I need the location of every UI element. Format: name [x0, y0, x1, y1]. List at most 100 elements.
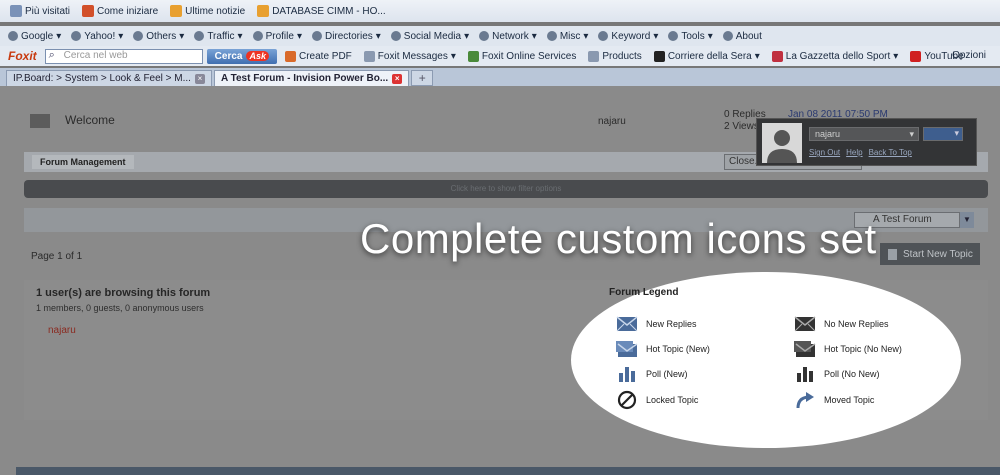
toolbar-profile[interactable]: Profile ▾ [251, 31, 308, 42]
toolbar-traffic[interactable]: Traffic ▾ [192, 31, 248, 42]
web-search-input[interactable]: Cerca nel web [44, 48, 203, 64]
browsing-counts: 1 members, 0 guests, 0 anonymous users [36, 303, 204, 313]
network-icon [479, 31, 490, 41]
legend-item-hot-topic-no-new: Hot Topic (No New) [794, 340, 902, 358]
search-toolbar: Google ▾ Yahoo! ▾ Others ▾ Traffic ▾ Profile… [0, 26, 1000, 46]
start-new-topic-button[interactable]: Start New Topic [880, 243, 980, 265]
toolbar-google[interactable]: Google ▾ [6, 31, 67, 42]
info-icon [722, 31, 733, 41]
gazzetta-bookmark[interactable]: La Gazzetta dello Sport ▾ [768, 50, 903, 62]
moved-arrow-icon [794, 391, 816, 409]
products-button[interactable]: Products [584, 50, 645, 62]
legend-title: Forum Legend [609, 287, 679, 298]
new-topic-icon [888, 248, 897, 260]
new-tab-button[interactable]: + [411, 70, 434, 86]
envelope-icon [794, 315, 816, 333]
message-icon [363, 50, 375, 62]
bookmark-come-iniziare[interactable]: Come iniziare [78, 5, 162, 17]
foxit-online-services-button[interactable]: Foxit Online Services [464, 50, 580, 62]
gear-icon [546, 31, 557, 41]
corriere-icon [653, 50, 665, 62]
filter-options-bar[interactable]: Click here to show filter options [24, 180, 988, 198]
foxit-logo[interactable]: Foxit [8, 49, 37, 63]
hot-envelope-new-icon [616, 340, 638, 358]
toolbar-about[interactable]: About [721, 31, 768, 42]
footer-strip [16, 467, 1000, 475]
bookmark-database[interactable]: DATABASE CIMM - HO... [253, 5, 390, 17]
topic-title[interactable]: Welcome [65, 113, 115, 127]
firefox-icon [82, 5, 95, 17]
tab-ipboard[interactable]: IP.Board: > System > Look & Feel > M... … [6, 70, 212, 86]
others-icon [133, 31, 144, 41]
username-dropdown[interactable]: najaru ▾ [809, 127, 919, 141]
help-link[interactable]: Help [846, 148, 862, 157]
forum-management-label: Forum Management [32, 155, 134, 169]
browsing-title: 1 user(s) are browsing this forum [36, 287, 211, 299]
toolbar-others[interactable]: Others ▾ [131, 31, 190, 42]
toolbar-social-media[interactable]: Social Media ▾ [389, 31, 475, 42]
topic-author[interactable]: najaru [598, 116, 626, 127]
pdf-icon [285, 50, 296, 62]
close-icon[interactable]: × [392, 73, 403, 84]
box-icon [588, 50, 600, 62]
ask-logo: Ask [246, 51, 269, 61]
rss-icon [257, 5, 270, 17]
legend-item-no-new-replies: No New Replies [794, 315, 889, 333]
youtube-icon [910, 50, 922, 62]
legend-item-locked-topic: Locked Topic [616, 390, 698, 410]
create-pdf-button[interactable]: Create PDF [281, 50, 356, 62]
browser-tab-bar: IP.Board: > System > Look & Feel > M... … [0, 68, 1000, 86]
legend-item-poll-new: Poll (New) [616, 365, 688, 383]
foxit-toolbar: Foxit Cerca nel web CercaAsk Create PDF … [0, 46, 1000, 66]
envelope-icon [30, 114, 50, 128]
chart-icon [194, 31, 205, 41]
toolbar-network[interactable]: Network ▾ [477, 31, 543, 42]
poll-icon [794, 365, 816, 383]
toolbar-tools[interactable]: Tools ▾ [666, 31, 718, 42]
chevron-down-icon: ▾ [954, 128, 959, 138]
yahoo-icon [71, 31, 82, 41]
promo-headline: Complete custom icons set [360, 215, 877, 262]
toolbar-misc[interactable]: Misc ▾ [545, 31, 595, 42]
locked-icon [616, 390, 638, 410]
user-links: Sign Out Help Back To Top [809, 148, 912, 157]
legend-item-moved-topic: Moved Topic [794, 391, 874, 409]
user-panel: najaru ▾ ▾ Sign Out Help Back To Top [756, 118, 977, 166]
gazzetta-icon [771, 50, 783, 62]
browsing-user-link[interactable]: najaru [48, 325, 76, 336]
bookmark-ultime-notizie[interactable]: Ultime notizie [166, 5, 249, 17]
google-icon [8, 31, 18, 41]
wrench-icon [668, 31, 679, 41]
search-scope-dropdown[interactable]: ▾ [923, 127, 963, 141]
toolbar-directories[interactable]: Directories ▾ [310, 31, 387, 42]
toolbar-yahoo[interactable]: Yahoo! ▾ [69, 31, 129, 42]
rss-icon [170, 5, 183, 17]
close-icon[interactable]: × [194, 73, 205, 84]
toolbar-keyword[interactable]: Keyword ▾ [596, 31, 664, 42]
legend-item-poll-no-new: Poll (No New) [794, 365, 880, 383]
bookmark-icon [10, 5, 22, 17]
chat-icon [390, 31, 401, 41]
corriere-bookmark[interactable]: Corriere della Sera ▾ [650, 50, 764, 62]
cerca-button[interactable]: Cerca Ask [206, 48, 277, 64]
globe-icon [467, 50, 479, 62]
legend-item-hot-topic-new: Hot Topic (New) [616, 340, 710, 358]
tab-test-forum[interactable]: A Test Forum - Invision Power Bo... × [213, 70, 410, 86]
foxit-messages-button[interactable]: Foxit Messages ▾ [360, 50, 460, 62]
legend-item-new-replies: New Replies [616, 315, 697, 333]
profile-icon [252, 31, 263, 41]
legend-highlight [571, 272, 961, 448]
avatar[interactable] [762, 123, 802, 163]
envelope-new-icon [616, 315, 638, 333]
pagination-label: Page 1 of 1 [31, 251, 83, 262]
bookmarks-bar: Più visitati Come iniziare Ultime notizi… [0, 0, 1000, 22]
sign-out-link[interactable]: Sign Out [809, 148, 840, 157]
back-to-top-link[interactable]: Back To Top [869, 148, 912, 157]
poll-new-icon [616, 365, 638, 383]
chevron-down-icon: ▾ [909, 129, 914, 139]
bookmark-piu-visitati[interactable]: Più visitati [6, 5, 74, 17]
hot-envelope-icon [794, 340, 816, 358]
options-button[interactable]: Opzioni [952, 50, 986, 61]
key-icon [598, 31, 609, 41]
chevron-down-icon[interactable]: ▼ [960, 212, 974, 228]
